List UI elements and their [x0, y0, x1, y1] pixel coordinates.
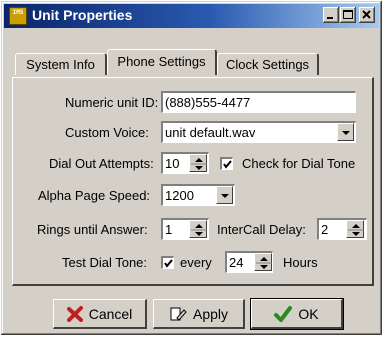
minimize-icon — [327, 17, 333, 19]
apply-button-label: Apply — [192, 305, 229, 322]
tab-system-info-label: System Info — [26, 57, 95, 72]
cancel-button-label: Cancel — [88, 305, 133, 322]
tab-phone-settings[interactable]: Phone Settings — [107, 49, 217, 75]
minimize-button[interactable] — [323, 7, 339, 23]
close-icon — [362, 10, 371, 19]
tab-clock-settings[interactable]: Clock Settings — [217, 53, 319, 75]
app-icon: IMS — [9, 7, 27, 25]
ok-button[interactable]: OK — [250, 298, 344, 330]
app-icon-text: IMS — [12, 9, 24, 16]
apply-edit-icon — [170, 307, 187, 321]
maximize-button[interactable] — [340, 7, 356, 23]
title-bar[interactable]: IMS Unit Properties — [4, 4, 379, 28]
tab-clock-settings-label: Clock Settings — [225, 57, 310, 72]
checkmark-icon — [274, 305, 293, 322]
ok-button-label: OK — [298, 305, 319, 322]
maximize-icon — [343, 10, 353, 19]
unit-properties-window: IMS Unit Properties System Info Phone Se… — [1, 1, 382, 335]
tab-system-info[interactable]: System Info — [15, 53, 107, 75]
phone-settings-panel — [12, 77, 374, 286]
cancel-button[interactable]: Cancel — [53, 299, 147, 329]
window-title: Unit Properties — [32, 7, 133, 23]
cancel-x-icon — [66, 305, 83, 322]
tab-phone-settings-label: Phone Settings — [117, 54, 206, 69]
close-button[interactable] — [359, 7, 375, 23]
apply-button[interactable]: Apply — [153, 299, 245, 329]
